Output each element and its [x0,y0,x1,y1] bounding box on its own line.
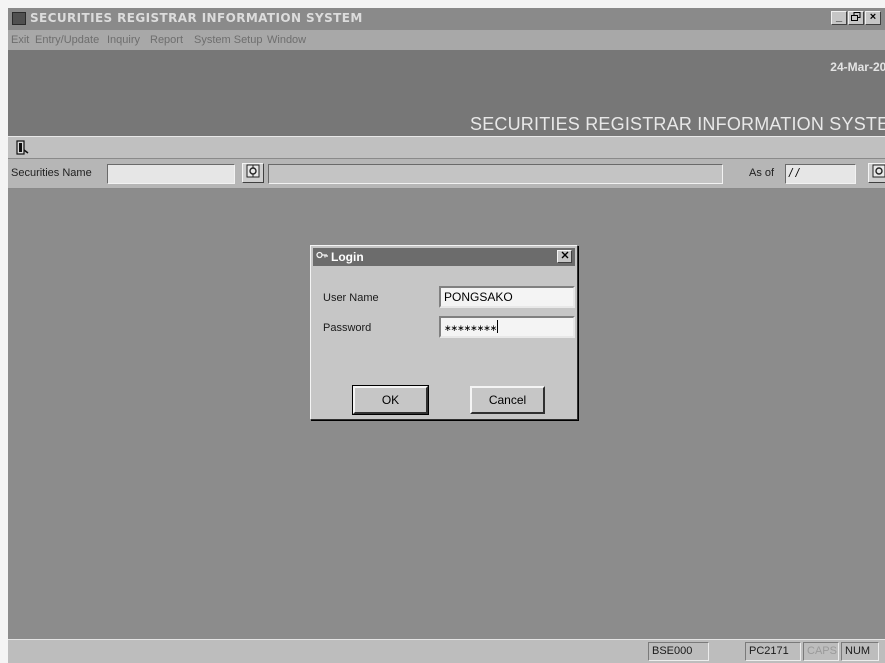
restore-button[interactable] [848,11,864,25]
login-title: Login [331,250,364,264]
keys-icon [316,250,328,265]
menu-entry-update[interactable]: Entry/Update [35,34,99,46]
menu-report[interactable]: Report [150,34,183,46]
lookup-icon [246,164,260,178]
app-icon [12,12,26,25]
banner-title: SECURITIES REGISTRAR INFORMATION SYSTEM [470,114,885,134]
title-bar[interactable]: SECURITIES REGISTRAR INFORMATION SYSTEM … [8,8,885,30]
exit-door-icon[interactable] [15,140,29,159]
status-panel-caps: CAPS [803,642,839,661]
menu-window[interactable]: Window [267,34,306,46]
calendar-icon [872,164,885,178]
cancel-button[interactable]: Cancel [470,386,545,414]
securities-name-input[interactable] [107,164,235,184]
menu-system-setup[interactable]: System Setup [194,34,262,46]
password-label: Password [323,322,372,334]
menu-exit[interactable]: Exit [11,34,29,46]
as-of-date-input[interactable]: / / [785,164,856,184]
header-banner: 24-Mar-200 SECURITIES REGISTRAR INFORMAT… [8,50,885,136]
toolbar [8,136,885,159]
username-label: User Name [323,292,379,304]
status-panel-num: NUM [841,642,879,661]
menu-inquiry[interactable]: Inquiry [107,34,140,46]
securities-lookup-button[interactable] [242,163,264,183]
password-input[interactable]: ∗∗∗∗∗∗∗∗ [439,316,575,338]
current-date: 24-Mar-200 [830,60,885,74]
password-mask: ∗∗∗∗∗∗∗∗ [444,323,497,333]
minimize-button[interactable]: _ [831,11,847,25]
status-bar: BSE000 PC2171 CAPS NUM [8,639,885,663]
close-button[interactable]: × [865,11,881,25]
window-title: SECURITIES REGISTRAR INFORMATION SYSTEM [30,11,363,25]
date-picker-button[interactable] [868,163,885,183]
status-panel-computer: PC2171 [745,642,801,661]
securities-name-label: Securities Name [11,167,92,179]
login-dialog: Login User Name PONGSAKO Password ∗∗∗∗∗∗… [310,245,578,420]
menu-bar: Exit Entry/Update Inquiry Report System … [8,30,885,50]
securities-description-field [268,164,723,184]
username-input[interactable]: PONGSAKO [439,286,575,308]
login-close-button[interactable] [557,250,572,263]
text-caret [497,320,499,333]
search-bar: Securities Name As of / / [8,159,885,189]
restore-icon [851,12,861,21]
close-icon [561,251,568,259]
login-title-bar[interactable]: Login [313,248,575,266]
status-panel-company: BSE000 [648,642,709,661]
ok-button[interactable]: OK [352,385,429,415]
as-of-label: As of [749,167,775,179]
